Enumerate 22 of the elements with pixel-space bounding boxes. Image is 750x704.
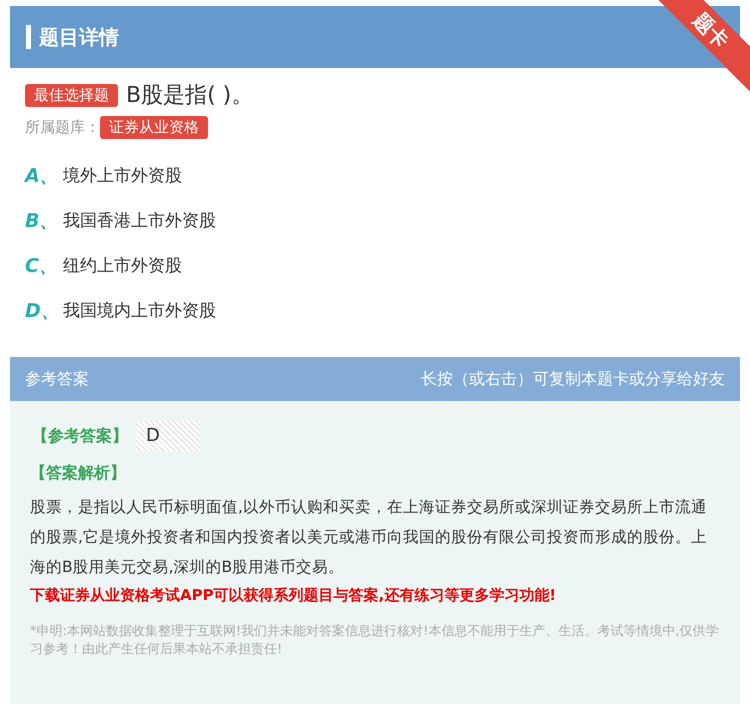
answer-title: 参考答案 — [25, 368, 89, 390]
share-hint: 长按（或右击）可复制本题卡或分享给好友 — [421, 368, 725, 390]
option-text: 境外上市外资股 — [63, 165, 182, 187]
answer-value: D — [136, 421, 200, 451]
option-letter: C、 — [25, 254, 59, 278]
analysis-text: 股票，是指以人民币标明面值,以外币认购和买卖，在上海证券交易所或深圳证券交易所上市流通的股票,它是境外投资者和国内投资者以美元或港币向我国的股份有限公司投资而形成的股份。上海的B股用美元交易,深圳的B股用港币交易。 — [30, 497, 708, 578]
option-letter: B、 — [25, 208, 60, 234]
disclaimer-text: *申明:本网站数据收集整理于互联网!我们并未能对答案信息进行核对!本信息不能用于生产、生活、考试等情境中,仅供学习参考！由此产生任何后果本站不承担责任! — [30, 623, 720, 659]
option-text: 我国香港上市外资股 — [63, 210, 216, 232]
question-type-badge: 最佳选择题 — [25, 84, 118, 106]
question-text: B股是指( )。 — [126, 82, 254, 110]
option-letter: A、 — [25, 164, 60, 188]
answer-label: 【参考答案】 — [32, 426, 128, 446]
title-bar-mark — [26, 25, 31, 49]
header-title: 题目详情 — [39, 24, 119, 50]
bank-tag[interactable]: 证券从业资格 — [100, 116, 208, 139]
bank-label: 所属题库： — [25, 118, 100, 137]
analysis-label: 【答案解析】 — [30, 463, 126, 482]
option-letter: D、 — [25, 298, 61, 324]
app-promo-text: 下载证券从业资格考试APP可以获得系列题目与答案,还有练习等更多学习功能! — [30, 586, 558, 605]
option-text: 我国境内上市外资股 — [63, 300, 216, 322]
option-text: 纽约上市外资股 — [63, 255, 182, 277]
